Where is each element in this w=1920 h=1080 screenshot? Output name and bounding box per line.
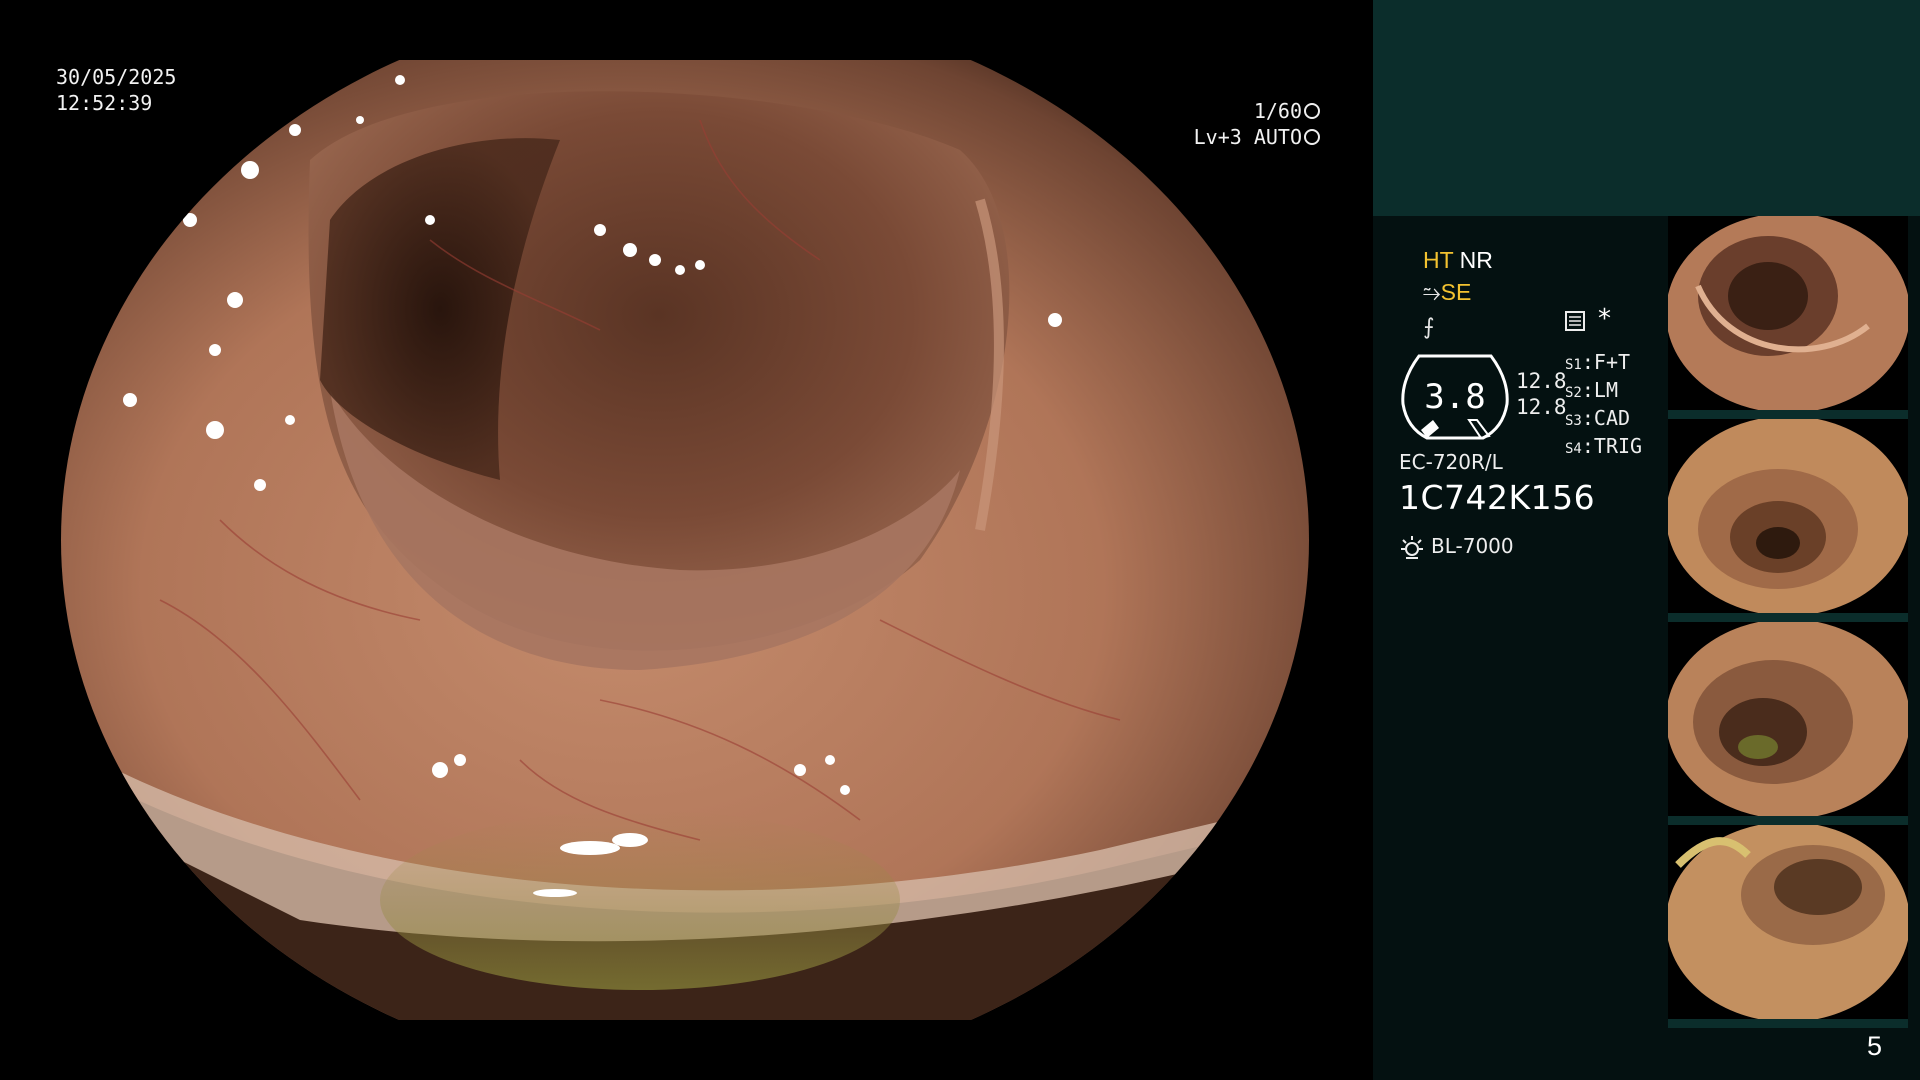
light-source-icon (1401, 535, 1423, 559)
color-mode-icon: ⨍ (1423, 315, 1435, 340)
thumbnail-1[interactable] (1668, 216, 1908, 410)
scope-switch-list: S1:F+T S2:LM S3:CAD S4:TRIG (1565, 350, 1642, 462)
ht-mode-label: HT (1423, 247, 1454, 273)
endoscopic-image (0, 0, 1372, 1080)
se-mode-label: SE (1440, 279, 1472, 305)
zoom-sub-value-1: 12.8 (1516, 369, 1567, 393)
zoom-sub-value-2: 12.8 (1516, 395, 1567, 419)
thumbnail-divider (1668, 410, 1908, 419)
side-header-block (1373, 0, 1920, 216)
switch-s1: S1:F+T (1565, 350, 1631, 374)
nr-mode-label: NR (1459, 247, 1493, 273)
exposure-text: Lv+3 AUTO (1193, 125, 1302, 149)
thumbnail-2[interactable] (1668, 419, 1908, 613)
shutter-text: 1/60 (1253, 99, 1302, 123)
switch-s2: S2:LM (1565, 378, 1618, 402)
info-side-panel: HT NR ⥲SE ⨍ * 3.8 12.8 12.8 S1:F+T S2:LM (1373, 0, 1920, 1080)
star-marker: * (1598, 304, 1611, 334)
page-number: 5 (1866, 1031, 1882, 1061)
mode-indicators: HT NR ⥲SE ⨍ (1423, 244, 1493, 344)
thumbnail-divider (1668, 816, 1908, 825)
document-icon (1565, 311, 1585, 331)
scope-serial: 1C742K156 (1399, 478, 1596, 517)
zoom-value: 3.8 (1424, 377, 1486, 417)
thumbnail-4[interactable] (1668, 825, 1908, 1019)
thumbnail-divider (1668, 613, 1908, 622)
endoscopy-main-view: 30/05/2025 12:52:39 1/60 Lv+3 AUTO (0, 0, 1372, 1080)
time-text: 12:52:39 (56, 91, 153, 115)
switch-s3: S3:CAD (1565, 406, 1631, 430)
zoom-indicator: 3.8 (1399, 350, 1511, 444)
thumbnail-divider (1668, 1019, 1908, 1028)
scope-model: EC-720R/L (1399, 450, 1503, 474)
thumbnail-3[interactable] (1668, 622, 1908, 816)
datetime-readout: 30/05/2025 12:52:39 (56, 64, 176, 116)
capture-thumbnails (1668, 216, 1920, 1028)
light-source-label: BL-7000 (1431, 534, 1514, 558)
light-source: BL-7000 (1399, 534, 1514, 561)
switch-s4: S4:TRIG (1565, 434, 1643, 458)
auto-iris-icon (1304, 128, 1320, 145)
exposure-readout: 1/60 Lv+3 AUTO (1194, 98, 1320, 150)
date-text: 30/05/2025 (56, 65, 177, 89)
structure-enhancement-icon: ⥲ (1423, 281, 1441, 306)
settings-panel: HT NR ⥲SE ⨍ * 3.8 12.8 12.8 S1:F+T S2:LM (1373, 216, 1668, 1080)
zoom-sub-values: 12.8 12.8 (1516, 368, 1567, 420)
shutter-icon (1304, 102, 1320, 119)
